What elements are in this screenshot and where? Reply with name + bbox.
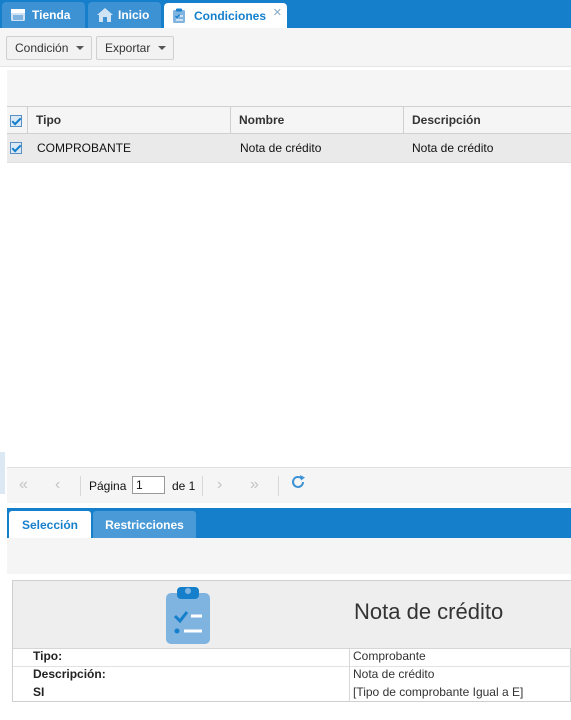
column-header-descripcion[interactable]: Descripción [403, 107, 571, 133]
field-value: Comprobante [353, 649, 426, 663]
condicion-menu-button[interactable]: Condición [6, 36, 92, 60]
tab-inicio-label: Inicio [118, 8, 150, 22]
main-tab-bar: Tienda Inicio Condiciones ✕ [0, 0, 571, 28]
exportar-label: Exportar [105, 41, 151, 55]
tab-condiciones[interactable]: Condiciones ✕ [164, 3, 287, 28]
page-count-label: de 1 [172, 479, 196, 493]
toolbar: Condición Exportar [0, 28, 571, 67]
exportar-menu-button[interactable]: Exportar [96, 36, 174, 60]
field-label: Tipo: [33, 649, 63, 663]
clipboard-icon [172, 8, 188, 24]
detail-field-descripcion: Descripción: Nota de crédito [13, 666, 571, 684]
separator [80, 476, 81, 496]
select-all-checkbox[interactable] [10, 115, 22, 127]
table-row[interactable]: COMPROBANTE Nota de crédito Nota de créd… [7, 134, 571, 163]
detail-toolbar [7, 538, 571, 574]
condicion-label: Condición [15, 41, 69, 55]
collapse-handle[interactable] [0, 452, 5, 494]
tab-condiciones-label: Condiciones [194, 8, 267, 23]
grid-toolbar [7, 70, 571, 106]
detail-field-tipo: Tipo: Comprobante [13, 648, 571, 667]
detail-tab-bar: Selección Restricciones [7, 508, 571, 538]
divider [349, 648, 350, 666]
field-value: [Tipo de comprobante Igual a E] [353, 685, 524, 699]
divider [349, 684, 350, 702]
detail-title: Nota de crédito [354, 599, 504, 624]
tab-tienda-label: Tienda [32, 8, 71, 22]
tab-seleccion[interactable]: Selección [9, 511, 91, 538]
page-number-input[interactable]: 1 [132, 476, 165, 494]
last-page-icon[interactable]: » [250, 476, 259, 494]
next-page-icon[interactable]: › [217, 476, 222, 494]
grid-header: Tipo Nombre Descripción [7, 106, 571, 134]
cell-descripcion: Nota de crédito [412, 141, 494, 155]
detail-card-header: Nota de crédito [13, 581, 571, 649]
field-value: Nota de crédito [353, 667, 435, 681]
close-tab-icon[interactable]: ✕ [273, 6, 282, 19]
chevron-down-icon [76, 46, 85, 50]
cell-tipo: COMPROBANTE [37, 141, 132, 155]
detail-field-si: SI [Tipo de comprobante Igual a E] [13, 684, 571, 702]
divider [349, 666, 350, 684]
first-page-icon[interactable]: « [19, 476, 28, 494]
refresh-icon[interactable] [290, 474, 306, 495]
field-label: Descripción: [33, 667, 106, 681]
home-icon [96, 7, 113, 23]
pagination-toolbar: « ‹ Página 1 de 1 › » [7, 467, 571, 503]
field-label: SI [33, 685, 45, 699]
tab-inicio[interactable]: Inicio [88, 2, 161, 28]
grid-body [7, 163, 571, 467]
separator [278, 476, 279, 496]
chevron-down-icon [158, 46, 167, 50]
previous-page-icon[interactable]: ‹ [55, 476, 60, 494]
clipboard-check-icon [164, 585, 212, 648]
page-label: Página [89, 479, 127, 493]
column-header-tipo[interactable]: Tipo [27, 107, 230, 133]
tab-restricciones[interactable]: Restricciones [93, 511, 196, 538]
separator [202, 476, 203, 496]
detail-card: Nota de crédito Tipo: Comprobante Descri… [12, 580, 571, 702]
cell-nombre: Nota de crédito [240, 141, 322, 155]
column-header-nombre[interactable]: Nombre [230, 107, 403, 133]
store-icon [10, 7, 26, 23]
row-checkbox[interactable] [10, 142, 22, 154]
tab-tienda[interactable]: Tienda [2, 2, 85, 28]
